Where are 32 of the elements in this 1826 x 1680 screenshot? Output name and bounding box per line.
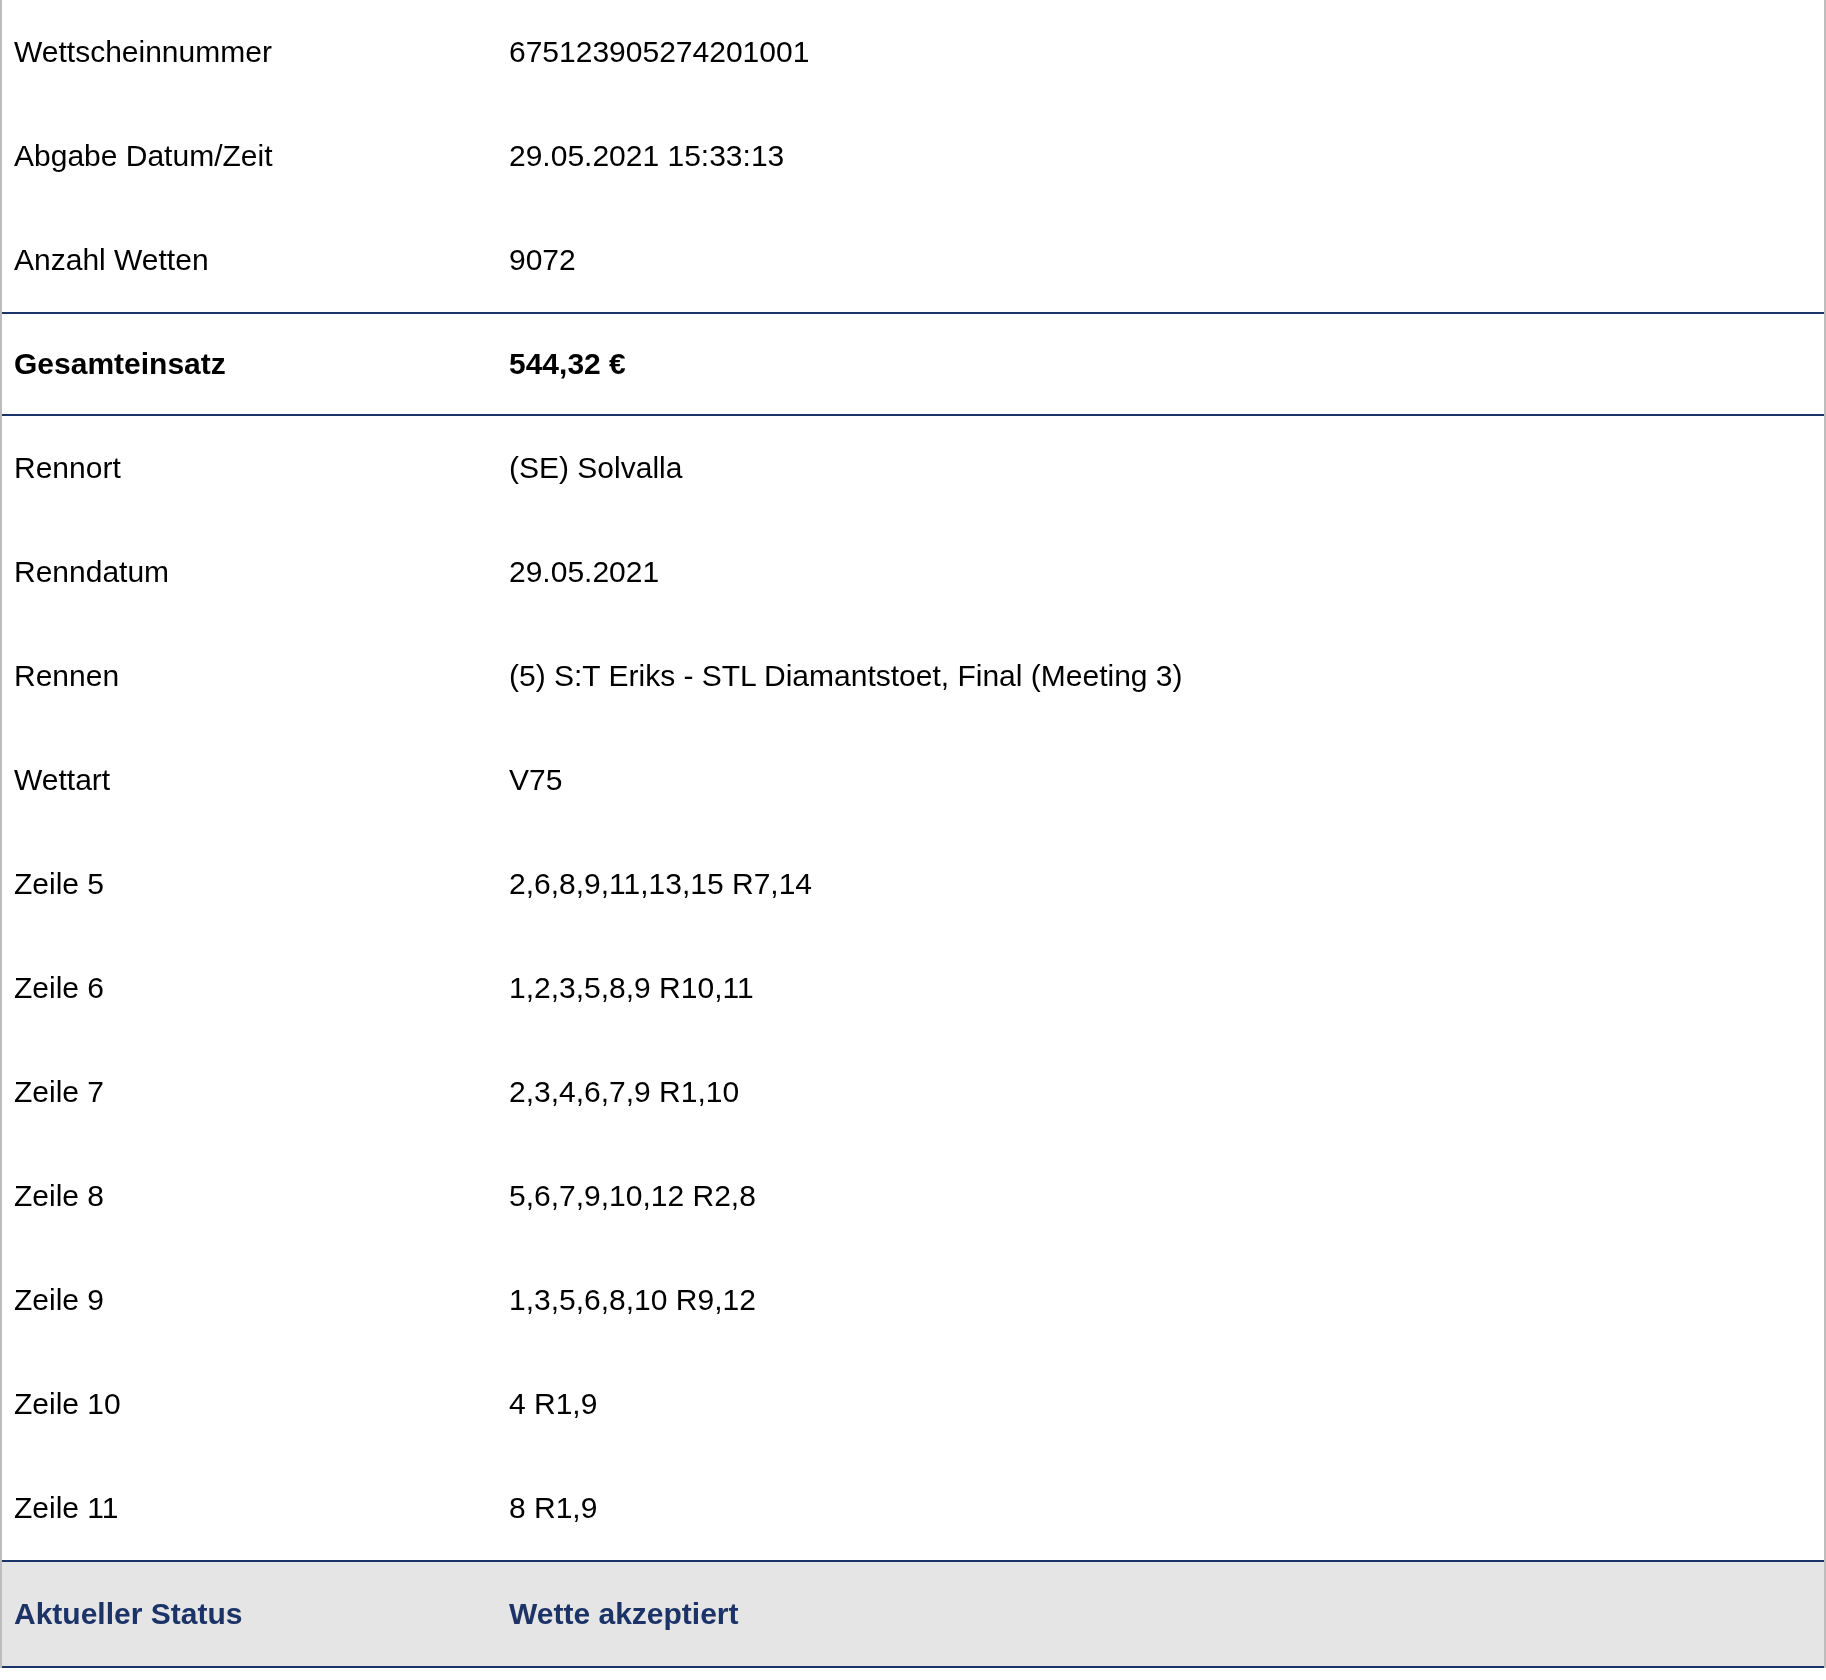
row-label: Rennen — [13, 659, 121, 693]
row-value: V75 — [509, 763, 564, 797]
row-value: 544,32 € — [509, 347, 627, 381]
row-label: Aktueller Status — [13, 1597, 244, 1631]
row-value: 5,6,7,9,10,12 R2,8 — [509, 1179, 757, 1213]
row-label: Zeile 8 — [13, 1179, 106, 1213]
row-value: 1,2,3,5,8,9 R10,11 — [509, 971, 755, 1005]
row-label: Wettart — [13, 763, 112, 797]
row-value: 9072 — [509, 243, 577, 277]
row-label: Zeile 7 — [13, 1075, 106, 1109]
row-label: Zeile 11 — [13, 1491, 120, 1525]
row-label: Zeile 5 — [13, 867, 106, 901]
row-value: 2,6,8,9,11,13,15 R7,14 — [509, 867, 814, 901]
row-value: (5) S:T Eriks - STL Diamantstoet, Final (Meeting 3) — [509, 659, 1184, 693]
row-value: 4 R1,9 — [509, 1387, 599, 1421]
row-label: Zeile 6 — [13, 971, 106, 1005]
row-value: 2,3,4,6,7,9 R1,10 — [509, 1075, 741, 1109]
row-label: Anzahl Wetten — [13, 243, 210, 277]
row-label: Zeile 9 — [13, 1283, 106, 1317]
row-value: 675123905274201001 — [509, 35, 811, 69]
row-value: (SE) Solvalla — [509, 451, 684, 485]
row-label: Zeile 10 — [13, 1387, 122, 1421]
row-label: Wettscheinnummer — [13, 35, 273, 69]
row-value: 1,3,5,6,8,10 R9,12 — [509, 1283, 757, 1317]
row-value: 29.05.2021 15:33:13 — [509, 139, 786, 173]
row-label: Renndatum — [13, 555, 171, 589]
row-value: 29.05.2021 — [509, 555, 661, 589]
row-label: Rennort — [13, 451, 122, 485]
row-value: 8 R1,9 — [509, 1491, 599, 1525]
row-label: Abgabe Datum/Zeit — [13, 139, 274, 173]
row-label: Gesamteinsatz — [13, 347, 227, 381]
row-value: Wette akzeptiert — [509, 1597, 740, 1631]
